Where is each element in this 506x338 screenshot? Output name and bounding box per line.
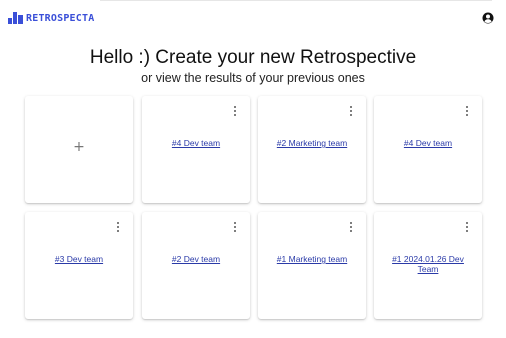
account-circle-icon[interactable] — [482, 12, 494, 24]
page-title: Hello :) Create your new Retrospective — [89, 47, 417, 68]
more-vert-icon[interactable] — [466, 222, 469, 233]
more-vert-icon[interactable] — [350, 106, 353, 117]
retrospective-link[interactable]: #4 Dev team — [150, 138, 242, 148]
retrospective-card: #4 Dev team — [142, 96, 250, 203]
plus-icon[interactable]: + — [25, 140, 133, 154]
create-retrospective-card[interactable]: + — [25, 96, 133, 203]
retrospective-link[interactable]: #3 Dev team — [33, 254, 125, 264]
app-logo[interactable]: RETROSPECTA — [8, 11, 94, 25]
more-vert-icon[interactable] — [234, 106, 237, 117]
page-subtitle: or view the results of your previous one… — [141, 71, 365, 85]
retrospective-link[interactable]: #1 2024.01.26 Dev Team — [382, 254, 474, 274]
retrospective-card: #2 Dev team — [142, 212, 250, 319]
app-name: RETROSPECTA — [26, 12, 95, 24]
retrospective-link[interactable]: #2 Marketing team — [266, 138, 358, 148]
retrospective-card: #3 Dev team — [25, 212, 133, 319]
retrospective-link[interactable]: #1 Marketing team — [266, 254, 358, 264]
retrospective-card: #2 Marketing team — [258, 96, 366, 203]
top-bar: RETROSPECTA — [0, 0, 506, 34]
bar-chart-logo-icon — [8, 12, 23, 24]
welcome-section: Hello :) Create your new Retrospective o… — [0, 47, 506, 86]
retrospective-link[interactable]: #4 Dev team — [382, 138, 474, 148]
more-vert-icon[interactable] — [466, 106, 469, 117]
header-divider — [100, 0, 492, 1]
more-vert-icon[interactable] — [234, 222, 237, 233]
retrospective-link[interactable]: #2 Dev team — [150, 254, 242, 264]
more-vert-icon[interactable] — [350, 222, 353, 233]
retrospective-card: #4 Dev team — [374, 96, 482, 203]
more-vert-icon[interactable] — [117, 222, 120, 233]
retrospective-card: #1 2024.01.26 Dev Team — [374, 212, 482, 319]
retrospective-card: #1 Marketing team — [258, 212, 366, 319]
